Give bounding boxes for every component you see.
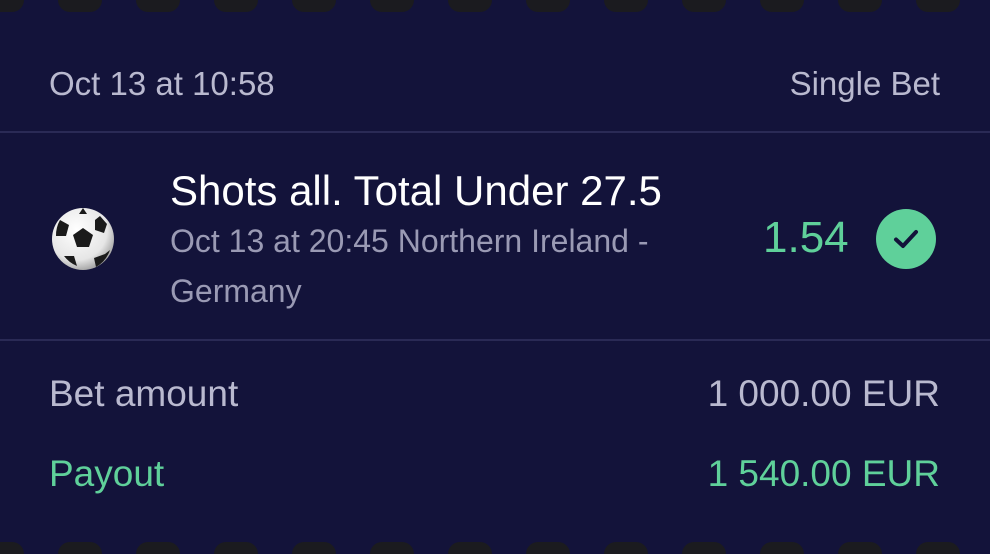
bet-amount-label: Bet amount: [49, 373, 239, 414]
bet-amount-value: 1 000.00 EUR: [707, 373, 940, 414]
divider: [0, 131, 990, 133]
ticket-perforation-top: [0, 0, 990, 12]
payout-row: Payout 1 540.00 EUR: [49, 449, 940, 499]
selection-info: Shots all. Total Under 27.5 Oct 13 at 20…: [170, 166, 740, 316]
divider: [0, 339, 990, 341]
bet-placed-time: Oct 13 at 10:58: [49, 65, 275, 102]
check-circle-icon: [876, 209, 936, 269]
payout-value: 1 540.00 EUR: [707, 453, 940, 494]
soccer-ball-icon: [52, 208, 114, 270]
payout-label: Payout: [49, 453, 165, 494]
market-title: Shots all. Total Under 27.5: [170, 167, 662, 214]
match-details: Oct 13 at 20:45 Northern Ireland - Germa…: [170, 223, 649, 309]
bet-ticket: Oct 13 at 10:58 Single Bet Shots all. To…: [0, 0, 990, 554]
ticket-header: Oct 13 at 10:58 Single Bet: [49, 58, 940, 110]
bet-amount-row: Bet amount 1 000.00 EUR: [49, 369, 940, 419]
ticket-perforation-bottom: [0, 542, 990, 554]
bet-type-label: Single Bet: [789, 65, 940, 102]
odds-value: 1.54: [763, 213, 849, 262]
